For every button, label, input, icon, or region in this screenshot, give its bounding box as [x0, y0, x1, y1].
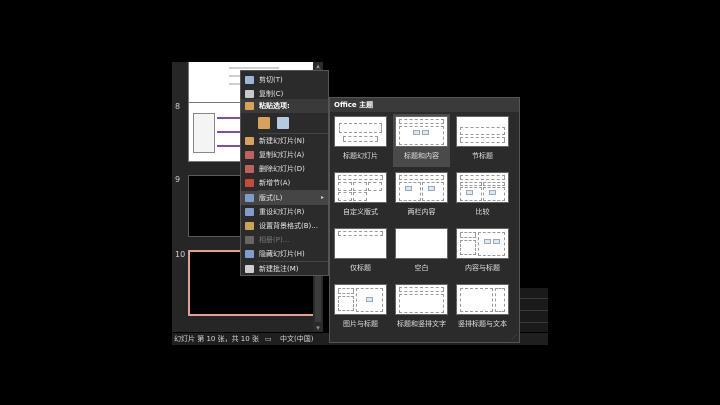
menu-item-hide-slide[interactable]: 隐藏幻灯片(H): [241, 247, 328, 261]
layout-thumbnail: [456, 172, 509, 203]
layout-vertical-title-and-text[interactable]: 竖排标题与文本: [454, 282, 511, 335]
editor-edge: [520, 288, 548, 332]
layout-title-and-vertical-text[interactable]: 标题和竖排文字: [393, 282, 450, 335]
submenu-arrow-icon: ▸: [320, 194, 324, 201]
paste-icon: [245, 102, 254, 110]
layout-thumbnail: [334, 116, 387, 147]
menu-item-duplicate-slide[interactable]: 复制幻灯片(A): [241, 148, 328, 162]
layout-content-with-caption[interactable]: 内容与标题: [454, 226, 511, 279]
duplicate-slide-icon: [245, 151, 254, 159]
menu-item-add-section[interactable]: 新增节(A): [241, 176, 328, 190]
resize-grip-icon[interactable]: ⋰: [511, 334, 517, 341]
format-background-icon: [245, 222, 254, 230]
paste-options-header: 粘贴选项:: [241, 99, 328, 113]
menu-item-new-comment[interactable]: 新建批注(M): [241, 262, 328, 276]
gallery-header: Office 主题: [330, 98, 519, 112]
layout-thumbnail: [334, 284, 387, 315]
layout-thumbnail: [395, 284, 448, 315]
slide-number: 9: [175, 175, 181, 184]
copy-icon: [245, 90, 254, 98]
reset-slide-icon: [245, 208, 254, 216]
layout-section-header[interactable]: 节标题: [454, 114, 511, 167]
menu-item-layout[interactable]: 版式(L) ▸: [241, 191, 328, 205]
slide-count-text: 幻灯片 第 10 张，共 10 张: [174, 335, 259, 343]
hide-slide-icon: [245, 250, 254, 258]
slide-number: 10: [175, 250, 186, 259]
layout-thumbnail: [456, 228, 509, 259]
layout-custom[interactable]: 自定义版式: [332, 170, 389, 223]
add-section-icon: [245, 179, 254, 187]
layout-title-slide[interactable]: 标题幻灯片: [332, 114, 389, 167]
scissors-icon: [245, 76, 254, 84]
delete-slide-icon: [245, 165, 254, 173]
layout-title-only[interactable]: 仅标题: [332, 226, 389, 279]
menu-item-cut[interactable]: 剪切(T): [241, 73, 328, 87]
new-comment-icon: [245, 265, 254, 273]
layout-comparison[interactable]: 比较: [454, 170, 511, 223]
paste-keep-theme-icon[interactable]: [258, 117, 270, 129]
language-text[interactable]: 中文(中国): [280, 333, 313, 345]
menu-item-delete-slide[interactable]: 删除幻灯片(D): [241, 162, 328, 176]
layout-thumbnail: [395, 228, 448, 259]
layout-picture-with-caption[interactable]: 图片与标题: [332, 282, 389, 335]
menu-item-format-background[interactable]: 设置背景格式(B)...: [241, 219, 328, 233]
slide-number: 8: [175, 102, 181, 111]
menu-item-reset-slide[interactable]: 重设幻灯片(R): [241, 205, 328, 219]
menu-item-photo-album: 相册(P)...: [241, 233, 328, 247]
menu-item-new-slide[interactable]: 新建幻灯片(N): [241, 134, 328, 148]
layout-thumbnail: [395, 172, 448, 203]
new-slide-icon: [245, 137, 254, 145]
layout-gallery: Office 主题 标题幻灯片 标题和内容 节标题 自定义版式 两栏内容 比较 …: [329, 97, 520, 343]
paste-picture-icon[interactable]: [277, 117, 289, 129]
layout-thumbnail: [395, 116, 448, 147]
scroll-down-icon[interactable]: ▾: [314, 324, 322, 332]
powerpoint-window: 8 9 10 ▴ ▾ 幻灯片 第 10 张，共 10 张 ▭ 中文(中国) 剪切…: [0, 0, 720, 405]
layout-thumbnail: [334, 172, 387, 203]
notes-icon[interactable]: ▭: [265, 333, 272, 345]
layout-title-and-content[interactable]: 标题和内容: [393, 114, 450, 167]
layout-two-content[interactable]: 两栏内容: [393, 170, 450, 223]
layout-thumbnail: [334, 228, 387, 259]
layout-thumbnail: [456, 116, 509, 147]
photo-album-icon: [245, 236, 254, 244]
layout-blank[interactable]: 空白: [393, 226, 450, 279]
context-menu: 剪切(T) 复制(C) 粘贴选项: 新建幻灯片(N) 复制幻灯片(A) 删除幻灯…: [240, 70, 329, 276]
layout-thumbnail: [456, 284, 509, 315]
layout-icon: [245, 194, 254, 202]
